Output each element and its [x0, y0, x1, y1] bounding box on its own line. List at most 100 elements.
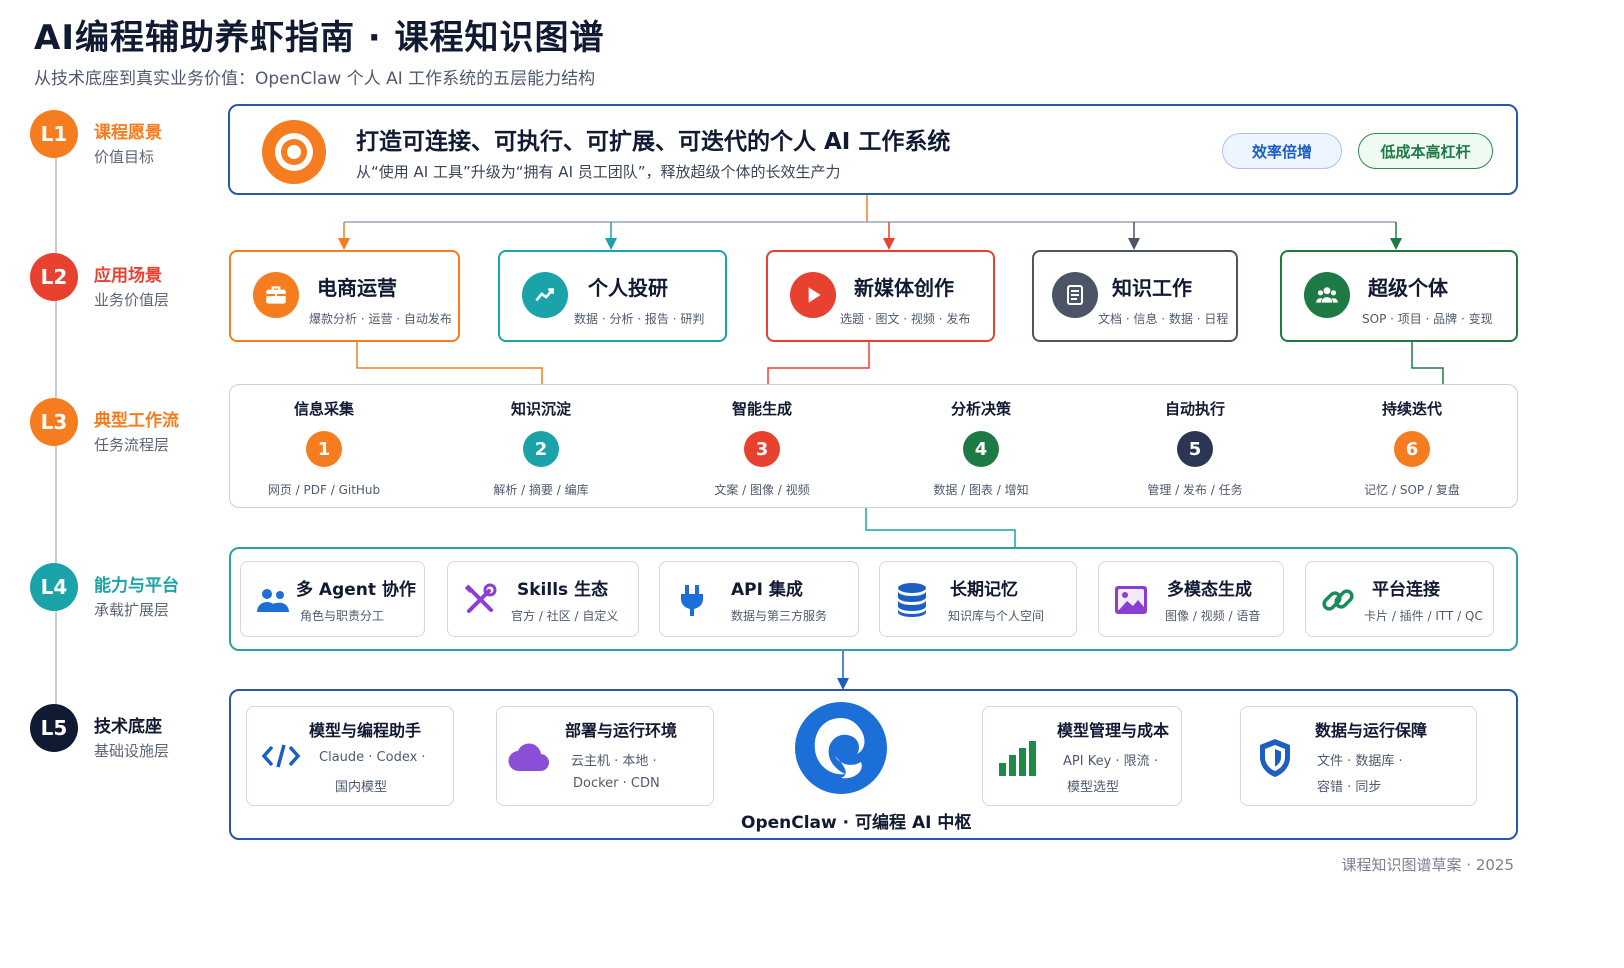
capability-title: 多 Agent 协作	[296, 580, 416, 600]
level-name: 技术底座	[94, 717, 162, 737]
tech-line-1: Claude · Codex ·	[319, 750, 426, 765]
tech-line-1: API Key · 限流 ·	[1063, 754, 1158, 769]
pill-low-cost[interactable]: 低成本高杠杆	[1358, 133, 1493, 169]
level-name: 课程愿景	[94, 123, 162, 143]
tech-cost[interactable]: 模型管理与成本 API Key · 限流 · 模型选型	[982, 706, 1182, 806]
workflow-step-1[interactable]: 信息采集 1 网页 / PDF / GitHub	[234, 398, 414, 498]
capability-desc: 知识库与个人空间	[948, 609, 1045, 623]
level-name: 典型工作流	[94, 411, 179, 431]
scenario-title: 电商运营	[317, 276, 397, 300]
shield-icon	[1257, 737, 1293, 783]
page-title: AI编程辅助养虾指南 · 课程知识图谱	[34, 18, 605, 58]
step-title: 知识沉淀	[510, 400, 571, 418]
level-badge-l2: L2	[30, 253, 78, 301]
capability-multi-agent[interactable]: 多 Agent 协作 角色与职责分工	[240, 561, 425, 637]
level-badge-l4: L4	[30, 563, 78, 611]
tech-line-1: 云主机 · 本地 ·	[571, 754, 657, 769]
tech-deploy[interactable]: 部署与运行环境 云主机 · 本地 · Docker · CDN	[496, 706, 714, 806]
workflow-step-3[interactable]: 智能生成 3 文案 / 图像 / 视频	[672, 398, 852, 498]
step-number-badge: 5	[1177, 431, 1213, 467]
step-tags: 文案 / 图像 / 视频	[714, 483, 810, 497]
scenario-title: 个人投研	[588, 276, 668, 300]
level-badge-l3: L3	[30, 398, 78, 446]
capability-desc: 官方 / 社区 / 自定义	[511, 609, 619, 623]
step-number-badge: 3	[744, 431, 780, 467]
level-name: 应用场景	[94, 266, 162, 286]
link-icon	[1318, 580, 1358, 620]
capability-skills[interactable]: Skills 生态 官方 / 社区 / 自定义	[447, 561, 639, 637]
scenario-knowledge-work[interactable]: 知识工作 文档 · 信息 · 数据 · 日程	[1032, 250, 1238, 342]
page-subtitle: 从技术底座到真实业务价值：OpenClaw 个人 AI 工作系统的五层能力结构	[34, 69, 596, 89]
capability-memory[interactable]: 长期记忆 知识库与个人空间	[879, 561, 1077, 637]
tech-data[interactable]: 数据与运行保障 文件 · 数据库 · 容错 · 同步	[1240, 706, 1477, 806]
workflow-step-2[interactable]: 知识沉淀 2 解析 / 摘要 / 编库	[451, 398, 631, 498]
group-icon	[1304, 272, 1350, 318]
workflow-step-6[interactable]: 持续迭代 6 记忆 / SOP / 复盘	[1322, 398, 1502, 498]
step-tags: 记忆 / SOP / 复盘	[1364, 483, 1460, 497]
level-desc: 基础设施层	[94, 742, 170, 760]
tech-line-1: 文件 · 数据库 ·	[1317, 754, 1403, 769]
capability-platform-link[interactable]: 平台连接 卡片 / 插件 / ITT / QC	[1305, 561, 1494, 637]
capability-multimodal[interactable]: 多模态生成 图像 / 视频 / 语音	[1098, 561, 1284, 637]
tech-line-2: Docker · CDN	[573, 776, 660, 791]
step-title: 智能生成	[731, 400, 792, 418]
openclaw-logo-icon[interactable]	[795, 702, 887, 794]
scenario-super-individual[interactable]: 超级个体 SOP · 项目 · 品牌 · 变现	[1280, 250, 1518, 342]
step-number-badge: 1	[306, 431, 342, 467]
tech-line-2: 容错 · 同步	[1317, 780, 1382, 795]
cloud-icon	[507, 741, 551, 777]
level-desc: 任务流程层	[94, 436, 170, 454]
step-tags: 管理 / 发布 / 任务	[1147, 483, 1243, 497]
step-number-badge: 2	[523, 431, 559, 467]
scenario-research[interactable]: 个人投研 数据 · 分析 · 报告 · 研判	[498, 250, 727, 342]
image-icon	[1111, 580, 1151, 620]
capability-title: 多模态生成	[1167, 580, 1252, 600]
scenario-tags: 文档 · 信息 · 数据 · 日程	[1098, 312, 1229, 326]
level-desc: 业务价值层	[94, 291, 170, 309]
capability-desc: 角色与职责分工	[300, 609, 385, 623]
briefcase-icon	[253, 272, 299, 318]
target-icon	[262, 120, 326, 184]
trend-chart-icon	[522, 272, 568, 318]
document-icon	[1052, 272, 1098, 318]
workflow-step-5[interactable]: 自动执行 5 管理 / 发布 / 任务	[1105, 398, 1285, 498]
vision-headline: 打造可连接、可执行、可扩展、可迭代的个人 AI 工作系统	[356, 129, 951, 155]
scenario-title: 知识工作	[1112, 276, 1192, 300]
step-title: 信息采集	[293, 400, 354, 418]
footer-note: 课程知识图谱草案 · 2025	[1341, 856, 1514, 874]
capability-title: 长期记忆	[950, 580, 1018, 600]
hub-label: OpenClaw · 可编程 AI 中枢	[741, 813, 972, 833]
database-icon	[892, 580, 932, 620]
code-icon	[261, 741, 301, 775]
capability-api[interactable]: API 集成 数据与第三方服务	[659, 561, 859, 637]
step-title: 持续迭代	[1381, 400, 1442, 418]
step-tags: 网页 / PDF / GitHub	[267, 483, 381, 497]
level-name: 能力与平台	[94, 576, 179, 596]
team-icon	[253, 580, 293, 620]
scenario-tags: SOP · 项目 · 品牌 · 变现	[1362, 312, 1493, 326]
level-desc: 价值目标	[94, 148, 155, 166]
step-title: 分析决策	[950, 400, 1011, 418]
scenario-tags: 爆款分析 · 运营 · 自动发布	[309, 312, 452, 326]
tech-title: 数据与运行保障	[1315, 721, 1428, 740]
step-tags: 数据 / 图表 / 增知	[933, 483, 1029, 497]
tools-icon	[460, 580, 500, 620]
scenario-title: 超级个体	[1368, 276, 1448, 300]
capability-title: Skills 生态	[517, 580, 609, 600]
step-number-badge: 4	[963, 431, 999, 467]
scenario-tags: 数据 · 分析 · 报告 · 研判	[574, 312, 705, 326]
scenario-media[interactable]: 新媒体创作 选题 · 图文 · 视频 · 发布	[766, 250, 995, 342]
tech-models[interactable]: 模型与编程助手 Claude · Codex · 国内模型	[246, 706, 454, 806]
tech-line-2: 模型选型	[1067, 780, 1120, 795]
step-tags: 解析 / 摘要 / 编库	[493, 483, 589, 497]
scenario-ecommerce[interactable]: 电商运营 爆款分析 · 运营 · 自动发布	[229, 250, 460, 342]
workflow-step-4[interactable]: 分析决策 4 数据 / 图表 / 增知	[891, 398, 1071, 498]
capability-desc: 图像 / 视频 / 语音	[1165, 609, 1261, 623]
capability-desc: 卡片 / 插件 / ITT / QC	[1364, 609, 1483, 623]
scenario-tags: 选题 · 图文 · 视频 · 发布	[840, 312, 971, 326]
capability-title: 平台连接	[1372, 580, 1440, 600]
pill-efficiency[interactable]: 效率倍增	[1222, 133, 1342, 169]
capability-title: API 集成	[731, 580, 803, 600]
tech-line-2: 国内模型	[335, 780, 388, 795]
capability-desc: 数据与第三方服务	[731, 609, 828, 623]
